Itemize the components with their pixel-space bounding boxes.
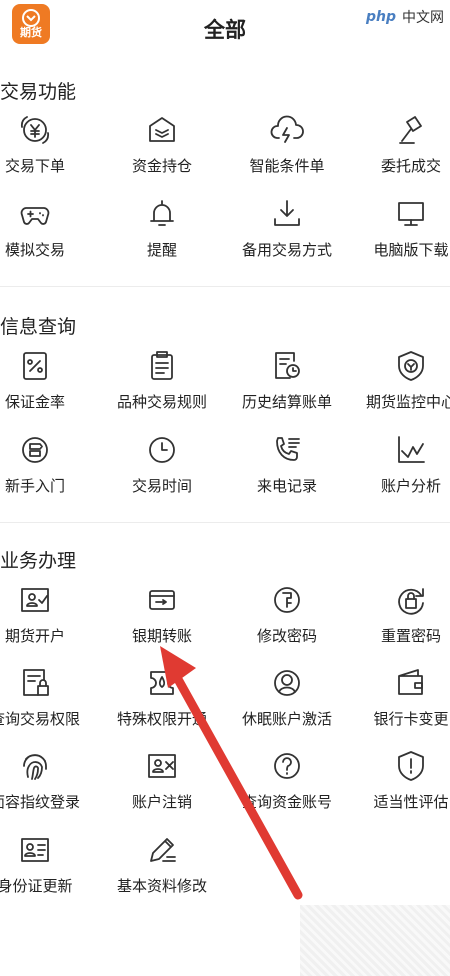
signpost-icon (22, 437, 48, 463)
id-check-icon (21, 588, 49, 612)
section-divider (0, 522, 450, 523)
id-card-icon (21, 838, 49, 862)
house-stack-icon (149, 117, 175, 142)
menu-item-monitor[interactable]: 电脑版下载 (348, 197, 450, 275)
ticket-drop-icon (150, 671, 174, 695)
line-chart-icon (398, 436, 425, 463)
section-title-trade: 交易功能 (0, 81, 77, 103)
section-divider (0, 286, 450, 287)
image-artifact (300, 905, 450, 976)
menu-item-key-circle[interactable]: 修改密码 (224, 583, 350, 661)
monitor-icon (398, 202, 424, 226)
menu-item-phone-list[interactable]: 来电记录 (224, 433, 350, 511)
wallet-icon (398, 669, 423, 695)
menu-item-question-circle[interactable]: 查询资金账号 (224, 749, 350, 827)
menu-item-house-stack[interactable]: 资金持仓 (99, 113, 225, 191)
cloud-lightning-icon (270, 115, 304, 143)
percent-doc-icon (23, 352, 47, 380)
gamepad-icon (20, 207, 50, 225)
site-watermark: php 中文网 (363, 6, 444, 28)
doc-lock-icon (23, 669, 49, 696)
header-bar: 期货 全部 php 中文网 (0, 0, 450, 58)
menu-item-shield-alert[interactable]: 适当性评估 (348, 749, 450, 827)
menu-item-lock-refresh[interactable]: 重置密码 (348, 583, 450, 661)
menu-item-gamepad[interactable]: 模拟交易 (0, 197, 98, 275)
menu-item-clipboard[interactable]: 品种交易规则 (99, 349, 225, 427)
menu-item-percent-doc[interactable]: 保证金率 (0, 349, 98, 427)
menu-item-label: 账户分析 (380, 477, 441, 495)
menu-item-label: 基本资料修改 (116, 877, 207, 895)
watermark-site: 中文网 (402, 10, 444, 26)
shield-alert-icon (398, 751, 424, 781)
shield-coin-icon (398, 351, 424, 381)
menu-item-id-check[interactable]: 期货开户 (0, 583, 98, 661)
menu-item-label: 重置密码 (380, 627, 441, 645)
menu-item-label: 银行卡变更 (373, 710, 449, 728)
lock-refresh-icon (398, 588, 424, 615)
menu-item-card-transfer[interactable]: 银期转账 (99, 583, 225, 661)
doc-clock-icon (275, 352, 300, 379)
menu-item-download-tray[interactable]: 备用交易方式 (224, 197, 350, 275)
user-circle-icon (274, 670, 300, 696)
menu-item-fingerprint[interactable]: 面容指纹登录 (0, 749, 98, 827)
menu-item-ticket-drop[interactable]: 特殊权限开通 (99, 666, 225, 744)
menu-item-pen-lines[interactable]: 基本资料修改 (99, 833, 225, 911)
menu-item-line-chart[interactable]: 账户分析 (348, 433, 450, 511)
menu-item-id-cross[interactable]: 账户注销 (99, 749, 225, 827)
section-title-info: 信息查询 (0, 316, 77, 338)
pen-lines-icon (150, 838, 176, 862)
phone-list-icon (276, 437, 300, 461)
menu-item-wallet[interactable]: 银行卡变更 (348, 666, 450, 744)
menu-item-doc-lock[interactable]: 查询交易权限 (0, 666, 98, 744)
menu-item-gavel[interactable]: 委托成交 (348, 113, 450, 191)
clock-icon (149, 437, 175, 463)
menu-item-doc-clock[interactable]: 历史结算账单 (224, 349, 350, 427)
watermark-brand: php (363, 9, 398, 25)
menu-item-id-card[interactable]: 身份证更新 (0, 833, 98, 911)
menu-item-user-circle[interactable]: 休眠账户激活 (224, 666, 350, 744)
menu-item-cloud-lightning[interactable]: 智能条件单 (224, 113, 350, 191)
menu-item-label: 期货监控中心 (365, 393, 450, 411)
menu-item-shield-coin[interactable]: 期货监控中心 (348, 349, 450, 427)
menu-item-clock[interactable]: 交易时间 (99, 433, 225, 511)
menu-item-label: 电脑版下载 (373, 241, 449, 259)
section-title-business: 业务办理 (0, 550, 77, 572)
download-tray-icon (274, 200, 300, 226)
menu-item-label: 委托成交 (380, 157, 441, 175)
card-transfer-icon (149, 590, 175, 610)
menu-item-bell[interactable]: 提醒 (99, 197, 225, 275)
id-cross-icon (148, 754, 176, 778)
yen-circle-icon (20, 116, 50, 144)
menu-item-yen-circle[interactable]: 交易下单 (0, 113, 98, 191)
clipboard-icon (151, 351, 173, 380)
question-circle-icon (274, 753, 300, 779)
fingerprint-icon (23, 754, 47, 780)
gavel-icon (399, 116, 422, 144)
key-circle-icon (274, 587, 300, 613)
bell-icon (150, 200, 174, 226)
menu-item-signpost[interactable]: 新手入门 (0, 433, 98, 511)
menu-item-label: 适当性评估 (373, 793, 449, 811)
